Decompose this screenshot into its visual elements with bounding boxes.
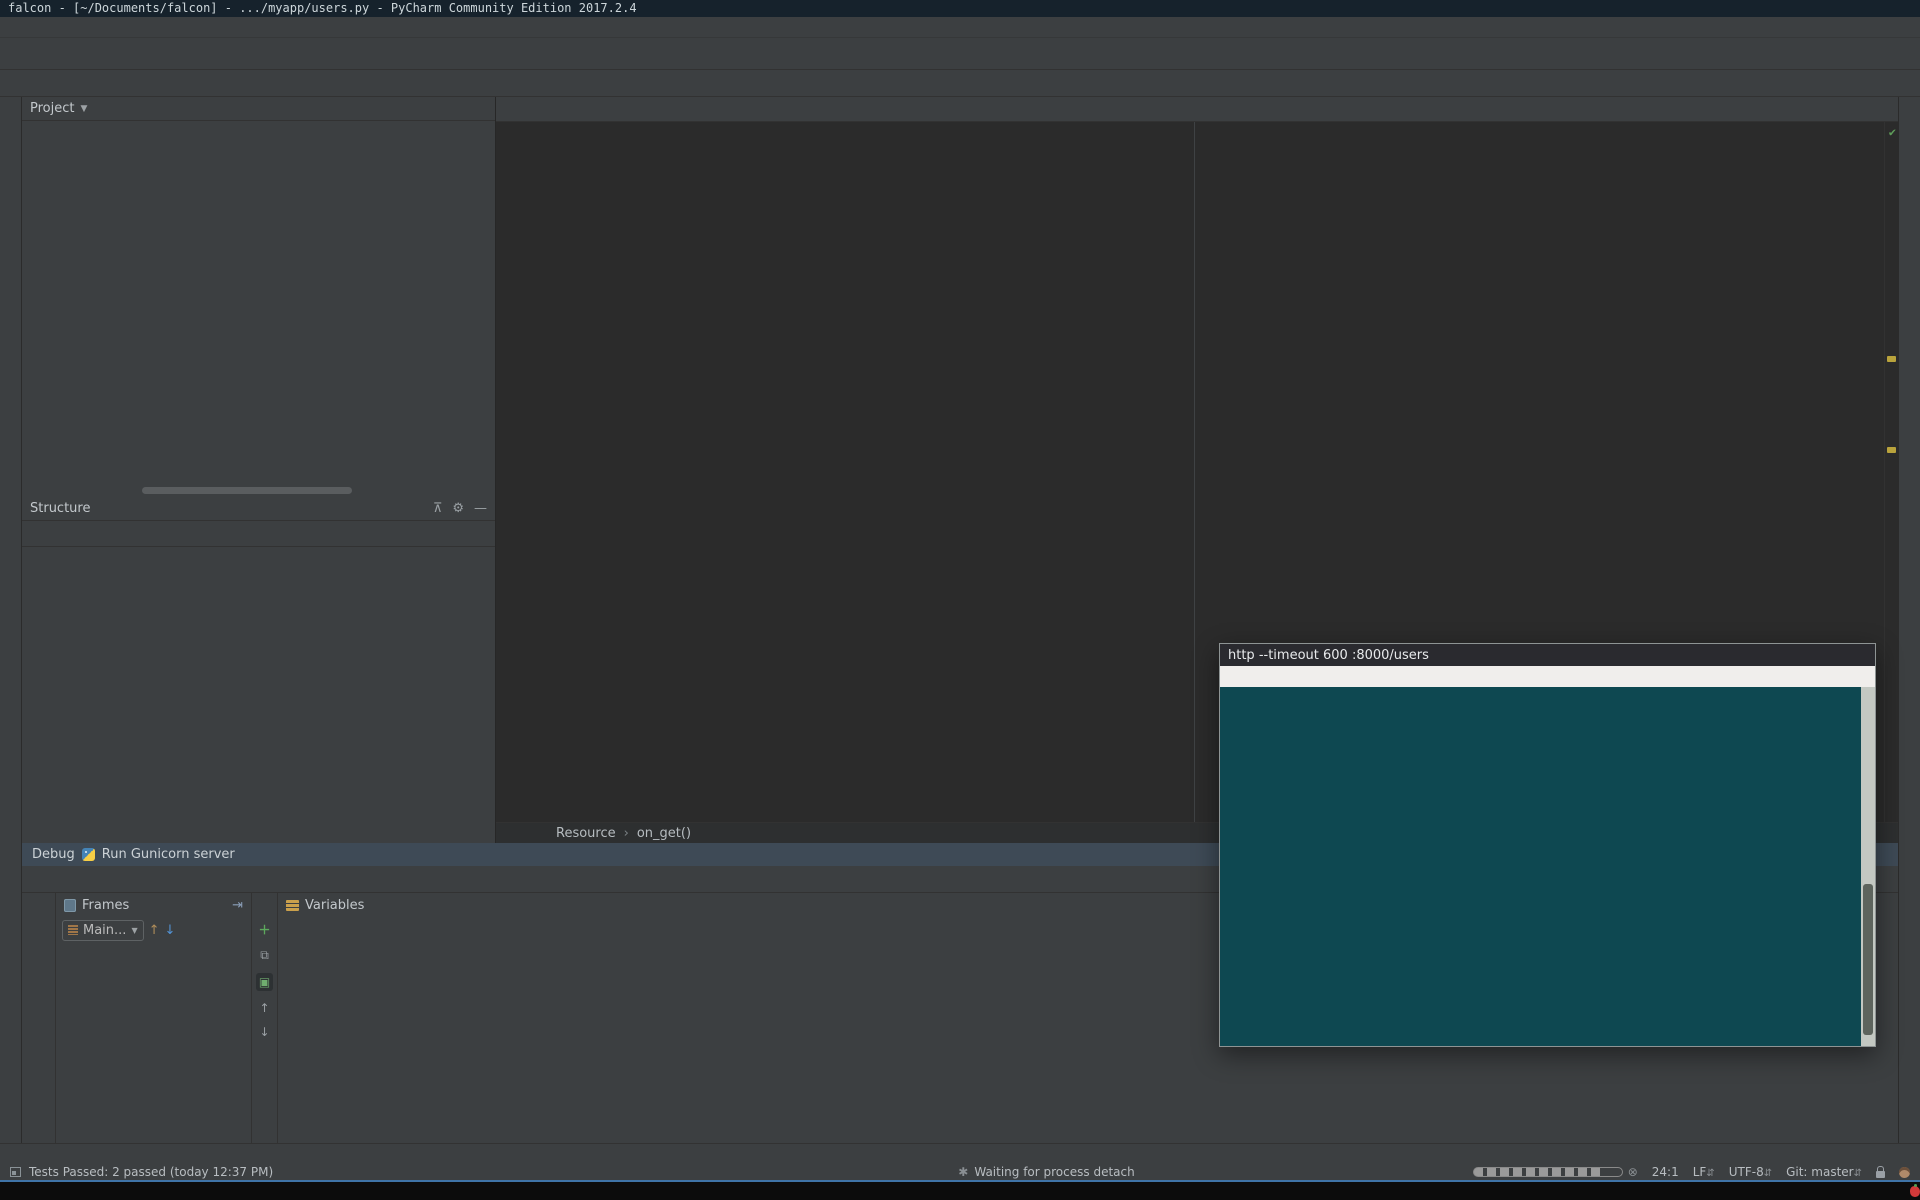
terminal-menu-bar (1220, 666, 1875, 687)
terminal-output[interactable] (1220, 687, 1875, 1046)
expand-icon[interactable]: ⊼ (433, 502, 443, 515)
breadcrumb-class[interactable]: Resource (556, 826, 616, 841)
variables-title: Variables (305, 898, 364, 913)
hide-icon[interactable]: — (474, 502, 487, 515)
next-frame-icon[interactable]: ↓ (165, 923, 176, 938)
frame-icon (64, 899, 76, 912)
spinner-icon: ✱ (958, 1165, 968, 1179)
frames-list (56, 943, 251, 1143)
tests-status[interactable]: Tests Passed: 2 passed (today 12:37 PM) (29, 1165, 273, 1179)
previous-frame-icon[interactable]: ↑ (149, 923, 160, 938)
project-hscrollbar[interactable] (22, 487, 495, 497)
editor-tabs (496, 97, 1898, 122)
frames-panel: Frames ⇥ Main... ▼ ↑ ↓ (56, 893, 252, 1143)
thread-name: Main... (83, 923, 126, 938)
warning-mark[interactable] (1887, 356, 1896, 362)
encoding-widget[interactable]: UTF-8⇵ (1729, 1165, 1772, 1179)
tool-window-bar (0, 1143, 1920, 1164)
thread-icon (68, 925, 78, 935)
thread-selector[interactable]: Main... ▼ (62, 920, 144, 941)
lock-icon[interactable] (1876, 1171, 1885, 1178)
terminal-scrollbar[interactable] (1861, 687, 1875, 1046)
down-icon[interactable]: ↓ (259, 1025, 269, 1039)
frames-title: Frames (82, 898, 129, 913)
line-separator-widget[interactable]: LF⇵ (1693, 1165, 1715, 1179)
watch-view-icon[interactable]: ▣ (256, 973, 273, 991)
chevron-down-icon: ▼ (131, 926, 137, 935)
left-tool-strip (0, 97, 22, 1143)
variables-icon (286, 900, 299, 911)
status-bar: Tests Passed: 2 passed (today 12:37 PM) … (0, 1164, 1920, 1182)
window-title-bar[interactable]: falcon - [~/Documents/falcon] - .../myap… (0, 0, 1920, 17)
project-panel-title: Project (30, 101, 74, 116)
scrollbar-thumb[interactable] (142, 487, 352, 494)
python-icon (82, 848, 95, 861)
variables-mini-toolbar: ＋ ⧉ ▣ ↑ ↓ (252, 893, 278, 1143)
structure-panel-title: Structure (30, 501, 90, 516)
caret-position[interactable]: 24:1 (1652, 1165, 1679, 1179)
pycharm-window: falcon - [~/Documents/falcon] - .../myap… (0, 0, 1920, 1200)
project-panel-header[interactable]: Project ▼ (22, 97, 495, 121)
project-tree (22, 121, 495, 487)
structure-toolbar (22, 521, 495, 547)
structure-panel-header[interactable]: Structure ⊼ ⚙ — (22, 497, 495, 521)
warning-mark[interactable] (1887, 447, 1896, 453)
toolwindow-switcher-icon[interactable] (10, 1167, 21, 1177)
structure-header-icons[interactable]: ⊼ ⚙ — (433, 502, 487, 515)
copy-icon[interactable]: ⧉ (260, 948, 269, 963)
inspections-ok-icon[interactable]: ✔ (1889, 125, 1896, 139)
debug-session-name: Run Gunicorn server (102, 847, 235, 862)
git-branch-widget[interactable]: Git: master⇵ (1786, 1165, 1862, 1179)
settings-icon[interactable]: ⚙ (452, 502, 464, 515)
background-progress-bar (1473, 1167, 1623, 1177)
chevron-down-icon[interactable]: ▼ (80, 104, 87, 114)
status-message: Waiting for process detach (974, 1165, 1134, 1179)
terminal-title: http --timeout 600 :8000/users (1228, 648, 1429, 663)
popout-icon[interactable]: ⇥ (232, 898, 243, 913)
navigation-breadcrumb-bar (0, 70, 1920, 97)
sidebar: Project ▼ Structure ⊼ ⚙ — (22, 97, 496, 843)
hard-wrap-guide (1194, 122, 1195, 822)
main-toolbar (0, 38, 1920, 70)
menu-bar (0, 17, 1920, 38)
debugger-actions-strip (22, 893, 56, 1143)
up-icon[interactable]: ↑ (259, 1001, 269, 1015)
scrollbar-thumb[interactable] (1863, 884, 1873, 1035)
debug-title: Debug (32, 847, 75, 862)
terminal-title-bar[interactable]: http --timeout 600 :8000/users (1220, 644, 1875, 666)
system-taskbar (0, 1182, 1920, 1200)
right-tool-strip (1898, 97, 1920, 1143)
error-stripe[interactable]: ✔ (1884, 122, 1898, 822)
chevron-right-icon: › (624, 826, 629, 841)
cancel-progress-icon[interactable]: ⊗ (1628, 1165, 1638, 1179)
structure-tree (22, 547, 495, 843)
highlighting-level-icon[interactable] (1899, 1167, 1910, 1178)
window-title: falcon - [~/Documents/falcon] - .../myap… (8, 1, 637, 15)
red-indicator-icon (1910, 1186, 1920, 1197)
add-watch-icon[interactable]: ＋ (258, 921, 270, 938)
terminal-window[interactable]: http --timeout 600 :8000/users (1219, 643, 1876, 1047)
breadcrumb-method[interactable]: on_get() (637, 826, 691, 841)
